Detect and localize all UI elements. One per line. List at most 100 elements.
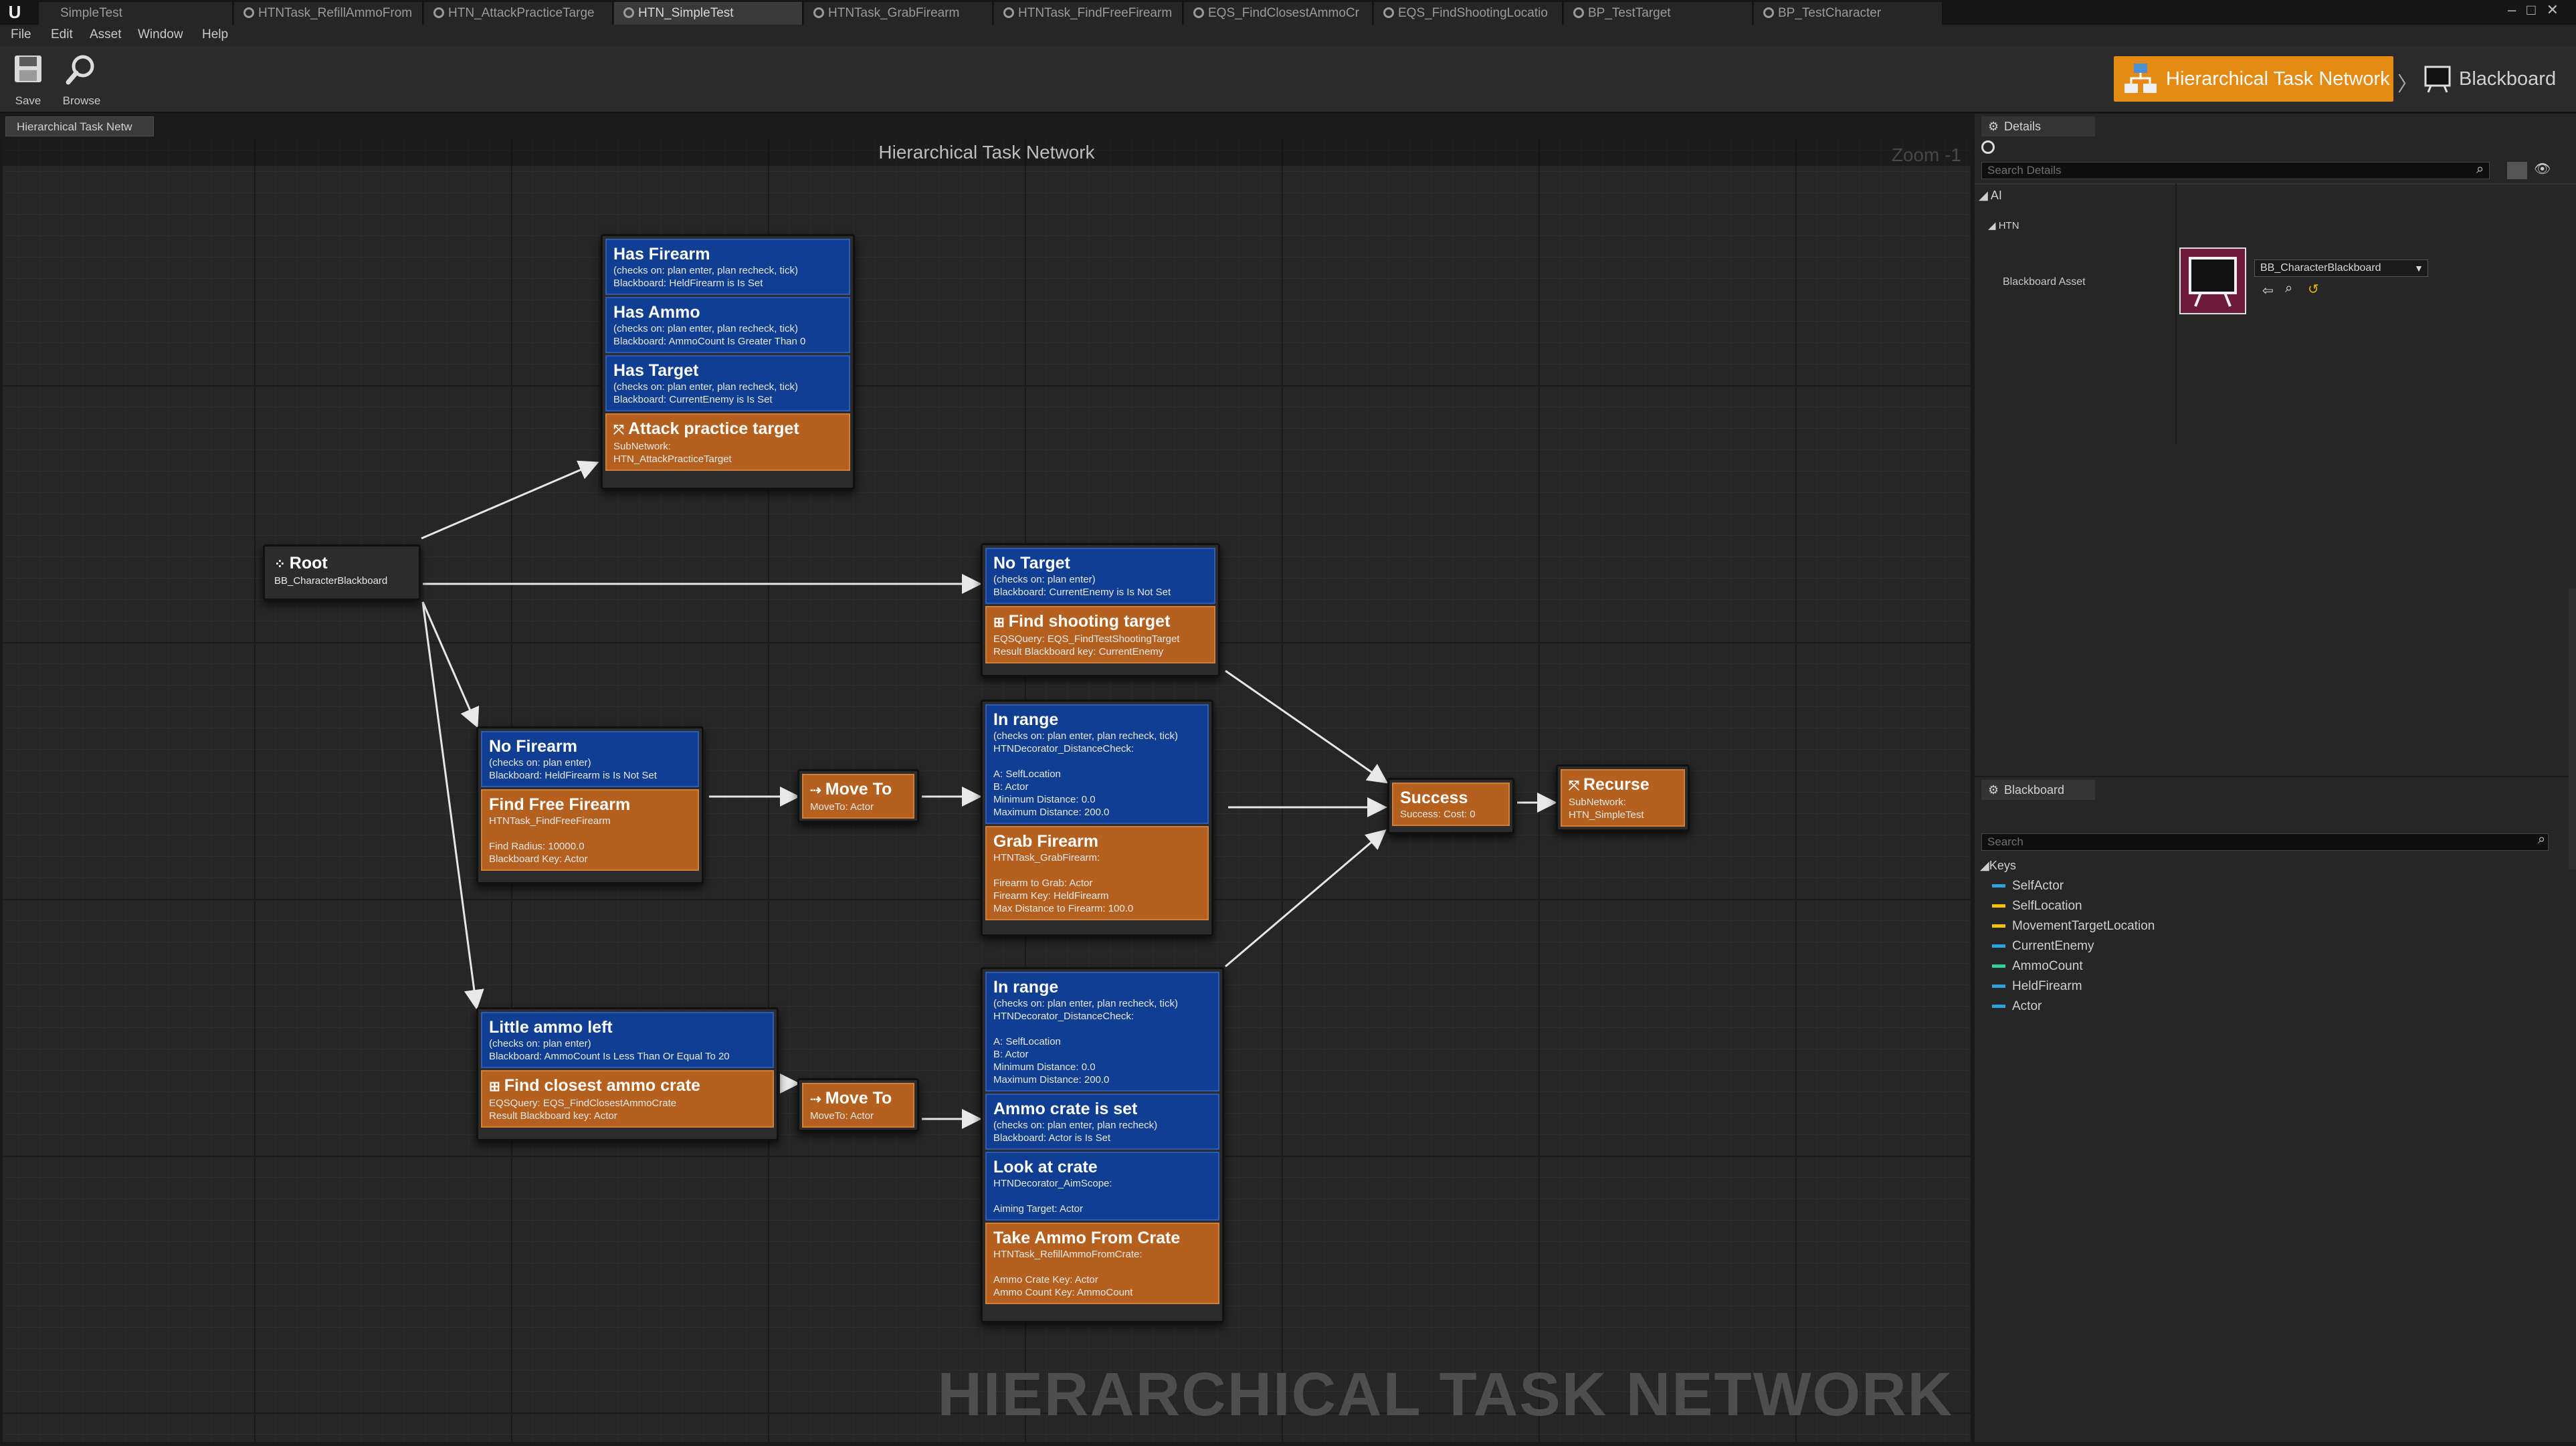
doc-tab-grabfirearm[interactable]: HTNTask_GrabFirearm xyxy=(804,2,993,25)
details-tab-label: Details xyxy=(2004,120,2042,133)
close-icon[interactable]: ✕ xyxy=(2547,1,2569,18)
maximize-icon[interactable]: □ xyxy=(2527,1,2546,18)
doc-tab-htn-simpletest[interactable]: HTN_SimpleTest xyxy=(614,2,803,25)
task-attack-practice[interactable]: ⤧ Attack practice target SubNetwork: HTN_… xyxy=(605,413,850,471)
graph-editor-tab[interactable]: Hierarchical Task Netw xyxy=(5,116,154,136)
decorator-in-range[interactable]: In range (checks on: plan enter, plan re… xyxy=(985,972,1219,1092)
details-panel: ⚙ Details Search Details ⌕ 👁 ◢ AI ◢ HTN … xyxy=(1975,114,2576,776)
use-selected-arrow-icon[interactable]: ⇦ xyxy=(2262,282,2274,299)
menu-window[interactable]: Window xyxy=(138,27,183,42)
task-find-closest-ammo-crate[interactable]: ⊞ Find closest ammo crate EQSQuery: EQS_F… xyxy=(481,1070,774,1128)
menu-edit[interactable]: Edit xyxy=(51,27,73,42)
node-find-free-firearm[interactable]: No Firearm (checks on: plan enter) Black… xyxy=(476,726,704,884)
key-name: Actor xyxy=(2012,999,2042,1013)
node-title: Has Target xyxy=(613,361,699,380)
node-success[interactable]: Success Success: Cost: 0 xyxy=(1387,778,1514,834)
blackboard-search-input[interactable]: Search xyxy=(1981,833,2549,851)
details-tab[interactable]: ⚙ Details xyxy=(1981,116,2095,136)
node-recurse[interactable]: ⤧ Recurse SubNetwork: HTN_SimpleTest xyxy=(1556,764,1690,831)
mode-blackboard-button[interactable]: Blackboard xyxy=(2413,56,2574,102)
node-find-ammo-crate[interactable]: Little ammo left (checks on: plan enter)… xyxy=(476,1007,779,1141)
key-row[interactable]: SelfActor xyxy=(1992,879,2064,894)
node-find-shooting-target[interactable]: No Target (checks on: plan enter) Blackb… xyxy=(981,543,1220,677)
expand-arrow-icon: ◢ xyxy=(1980,859,1989,872)
doc-tab-eqs-ammocrate[interactable]: EQS_FindClosestAmmoCr xyxy=(1184,2,1373,25)
asset-icon xyxy=(1383,7,1394,18)
node-title: Attack practice target xyxy=(628,419,799,438)
blackboard-asset-combo[interactable]: BB_CharacterBlackboard ▼ xyxy=(2254,260,2428,277)
task-find-shooting-target[interactable]: ⊞ Find shooting target EQSQuery: EQS_Find… xyxy=(985,606,1215,663)
category-htn[interactable]: ◢ HTN xyxy=(1988,219,2019,231)
decorator-has-target[interactable]: Has Target (checks on: plan enter, plan … xyxy=(605,355,850,411)
doc-tab-refillammo[interactable]: HTNTask_RefillAmmoFrom xyxy=(234,2,423,25)
details-search-input[interactable]: Search Details xyxy=(1981,162,2490,179)
task-success[interactable]: Success Success: Cost: 0 xyxy=(1392,783,1510,826)
node-attack-practice[interactable]: Has Firearm (checks on: plan enter, plan… xyxy=(601,234,855,490)
task-find-free-firearm[interactable]: Find Free Firearm HTNTask_FindFreeFirear… xyxy=(481,789,699,871)
key-row[interactable]: MovementTargetLocation xyxy=(1992,919,2155,934)
browse-button[interactable]: Browse xyxy=(56,50,107,109)
decorator-in-range[interactable]: In range (checks on: plan enter, plan re… xyxy=(985,704,1209,824)
eye-icon[interactable]: 👁 xyxy=(2534,161,2551,177)
key-row[interactable]: SelfLocation xyxy=(1992,899,2082,914)
chevron-down-icon: ▼ xyxy=(2414,263,2423,274)
decorator-no-target[interactable]: No Target (checks on: plan enter) Blackb… xyxy=(985,548,1215,604)
decorator-no-firearm[interactable]: No Firearm (checks on: plan enter) Black… xyxy=(481,731,699,787)
task-grab-firearm[interactable]: Grab Firearm HTNTask_GrabFirearm: Firear… xyxy=(985,826,1209,920)
node-take-ammo[interactable]: In range (checks on: plan enter, plan re… xyxy=(981,967,1224,1323)
menu-help[interactable]: Help xyxy=(202,27,228,42)
task-take-ammo[interactable]: Take Ammo From Crate HTNTask_RefillAmmoF… xyxy=(985,1223,1219,1304)
key-row[interactable]: Actor xyxy=(1992,999,2042,1014)
decorator-ammo-crate-set[interactable]: Ammo crate is set (checks on: plan enter… xyxy=(985,1094,1219,1150)
task-recurse[interactable]: ⤧ Recurse SubNetwork: HTN_SimpleTest xyxy=(1561,769,1685,827)
lock-icon[interactable] xyxy=(1981,140,1995,154)
keys-category[interactable]: ◢Keys xyxy=(1980,859,2016,873)
node-move-to-firearm[interactable]: ⇢ Move To MoveTo: Actor xyxy=(797,769,919,823)
node-root[interactable]: ⁘ Root BB_CharacterBlackboard xyxy=(263,544,421,601)
doc-tab-attackpractice[interactable]: HTN_AttackPracticeTarge xyxy=(424,2,613,25)
key-type-swatch xyxy=(1992,1005,2005,1009)
decorator-look-at-crate[interactable]: Look at crate HTNDecorator_AimScope: Aim… xyxy=(985,1152,1219,1221)
scrollbar[interactable] xyxy=(2569,589,2576,869)
doc-tab-findfreefirearm[interactable]: HTNTask_FindFreeFirearm xyxy=(994,2,1183,25)
mode-htn-button[interactable]: Hierarchical Task Network xyxy=(2114,56,2393,102)
browse-magnifier-icon[interactable]: ⌕ xyxy=(2285,281,2292,296)
search-icon: ⌕ xyxy=(2538,832,2546,847)
doc-tab-simpletest[interactable]: SimpleTest xyxy=(39,2,233,25)
blackboard-asset-label: Blackboard Asset xyxy=(2003,276,2086,288)
keys-label: Keys xyxy=(1989,859,2016,872)
key-row[interactable]: AmmoCount xyxy=(1992,959,2083,974)
graph-canvas[interactable]: Hierarchical Task Network Zoom -1 HIERAR… xyxy=(3,139,1971,1442)
eqs-query-icon: ⊞ xyxy=(993,615,1005,630)
node-title: Little ammo left xyxy=(489,1018,613,1037)
node-move-to-crate[interactable]: ⇢ Move To MoveTo: Actor xyxy=(797,1078,919,1132)
save-button[interactable]: Save xyxy=(3,50,54,109)
task-move-to[interactable]: ⇢ Move To MoveTo: Actor xyxy=(802,1083,914,1128)
decorator-little-ammo[interactable]: Little ammo left (checks on: plan enter)… xyxy=(481,1012,774,1068)
minimize-icon[interactable]: – xyxy=(2508,1,2527,18)
menu-file[interactable]: File xyxy=(11,27,31,42)
decorator-has-ammo[interactable]: Has Ammo (checks on: plan enter, plan re… xyxy=(605,297,850,353)
toolbar: Save Browse Hierarchical Task Network 〉 … xyxy=(0,46,2576,113)
category-ai[interactable]: ◢ AI xyxy=(1979,189,2002,203)
node-grab-firearm[interactable]: In range (checks on: plan enter, plan re… xyxy=(981,700,1213,936)
blackboard-asset-thumbnail[interactable] xyxy=(2179,247,2246,314)
asset-icon xyxy=(1763,7,1774,18)
key-row[interactable]: CurrentEnemy xyxy=(1992,939,2094,954)
window-controls[interactable]: –□✕ xyxy=(2508,1,2569,19)
key-row[interactable]: HeldFirearm xyxy=(1992,979,2082,994)
blackboard-tab[interactable]: ⚙ Blackboard xyxy=(1981,780,2095,800)
task-move-to[interactable]: ⇢ Move To MoveTo: Actor xyxy=(802,774,914,819)
doc-tab-label: BP_TestCharacter xyxy=(1778,6,1882,20)
decorator-has-firearm[interactable]: Has Firearm (checks on: plan enter, plan… xyxy=(605,239,850,295)
doc-tab-bp-testtarget[interactable]: BP_TestTarget xyxy=(1564,2,1753,25)
menu-asset[interactable]: Asset xyxy=(90,27,122,42)
node-title: Grab Firearm xyxy=(993,832,1099,851)
reset-arrow-icon[interactable]: ↺ xyxy=(2308,281,2319,298)
node-title: Ammo crate is set xyxy=(993,1100,1138,1118)
doc-tab-eqs-shooting[interactable]: EQS_FindShootingLocatio xyxy=(1374,2,1563,25)
asset-icon xyxy=(623,7,634,18)
doc-tab-bp-testcharacter[interactable]: BP_TestCharacter xyxy=(1754,2,1943,25)
move-arrow-icon: ⇢ xyxy=(810,783,821,798)
view-options-icon[interactable] xyxy=(2507,162,2527,179)
